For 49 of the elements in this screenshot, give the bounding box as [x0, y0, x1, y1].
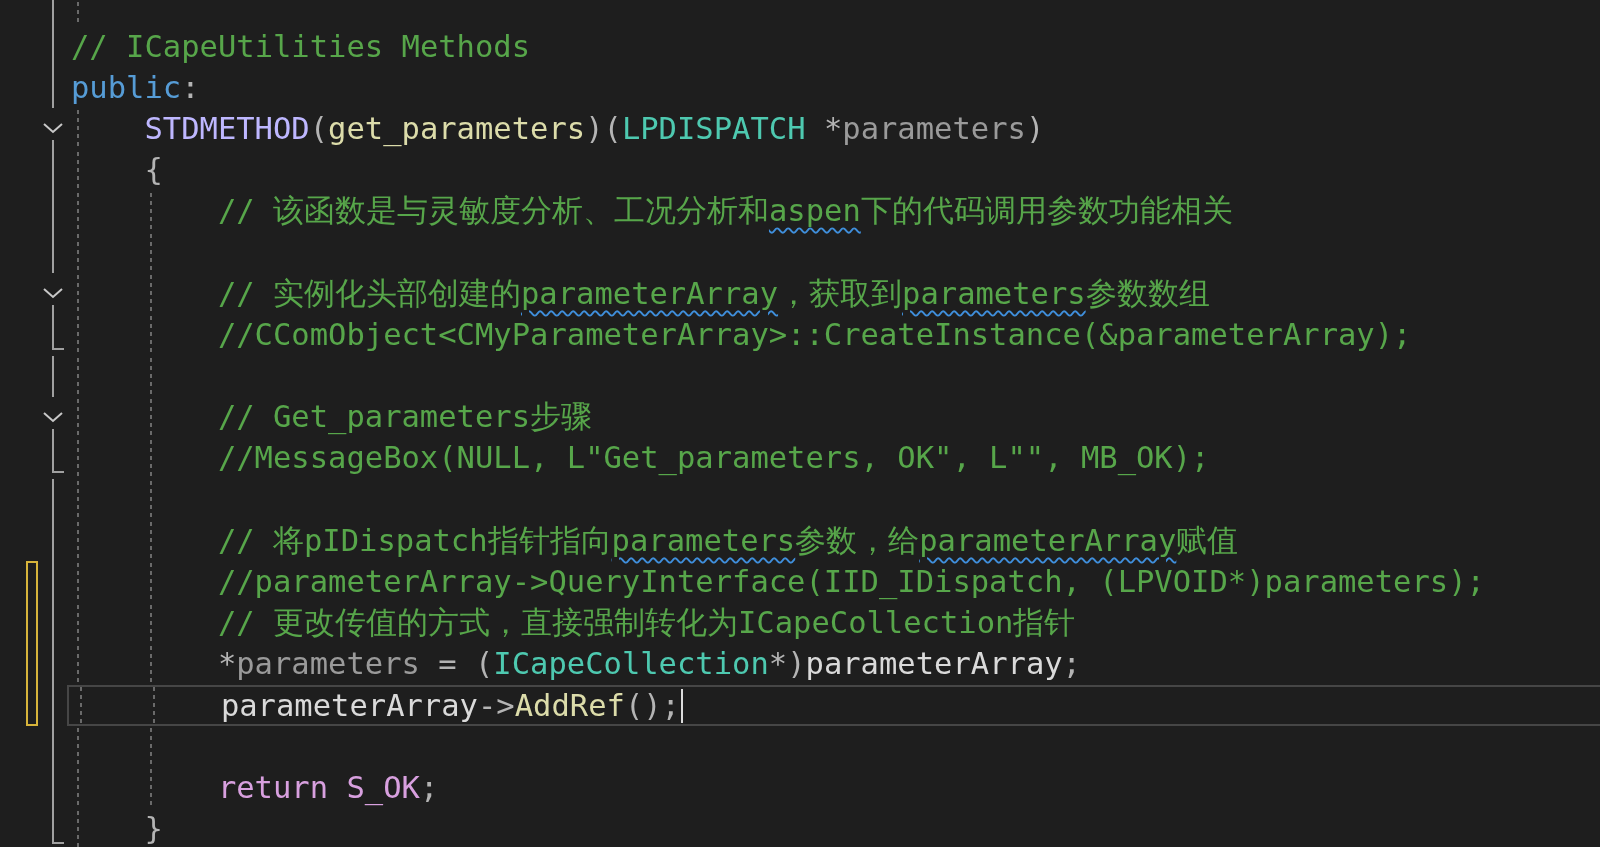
- chevron-icon[interactable]: [42, 286, 64, 301]
- indent-guide: [150, 522, 152, 560]
- indent-guide: [77, 2, 79, 24]
- indent-guide: [150, 563, 152, 601]
- indent-guide: [77, 192, 79, 230]
- indent-guide: [77, 398, 79, 436]
- indent-guide: [150, 604, 152, 642]
- indent-guide: [150, 481, 152, 519]
- code-line: // 将pIDispatch指针指向 parameters参数，给parameterArray赋值: [217, 526, 1239, 555]
- code-line: // 更改传值的方式，直接强制转化为ICapeCollection指针: [217, 609, 1076, 638]
- code-line: *parameters = (ICapeCollection*)parameterArray;: [217, 650, 1081, 679]
- indent-guide: [150, 357, 152, 395]
- indent-guide: [77, 522, 79, 560]
- indent-guide: [150, 645, 152, 683]
- indent-guide: [77, 728, 79, 766]
- indent-guide: [150, 275, 152, 313]
- indent-guide: [150, 728, 152, 766]
- indent-guide: [77, 357, 79, 395]
- indent-guide: [150, 398, 152, 436]
- text-cursor: [680, 688, 683, 723]
- indent-guide: [77, 769, 79, 807]
- code-line: {: [144, 156, 163, 185]
- indent-guide: [77, 233, 79, 272]
- code-line: // ICapeUtilities Methods: [71, 32, 531, 61]
- indent-guide: [77, 810, 79, 847]
- indent-guide: [150, 439, 152, 478]
- indent-guide: [150, 769, 152, 807]
- indent-guide: [77, 316, 79, 354]
- code-line: public:: [71, 73, 200, 102]
- indent-guide: [150, 233, 152, 272]
- indent-guide: [77, 481, 79, 519]
- indent-guide: [77, 439, 79, 478]
- indent-guide: [77, 151, 79, 189]
- indent-guide: [77, 275, 79, 313]
- code-line: //CComObject<CMyParameterArray>::CreateInstance(&parameterArray);: [217, 320, 1412, 349]
- indent-guide: [150, 192, 152, 230]
- code-line: }: [144, 815, 163, 844]
- indent-guide: [77, 604, 79, 642]
- indent-guide: [77, 110, 79, 148]
- chevron-icon[interactable]: [42, 121, 64, 136]
- code-line: // 该函数是与灵敏度分析、工况分析和aspen下的代码调用参数功能相关: [217, 197, 1233, 226]
- indent-guide: [80, 687, 82, 725]
- indent-guide: [150, 316, 152, 354]
- code-line: parameterArray->AddRef();: [220, 691, 680, 720]
- chevron-icon[interactable]: [42, 409, 64, 424]
- indent-guide: [77, 563, 79, 601]
- indent-guide: [153, 687, 155, 725]
- code-line: // 实例化头部创建的parameterArray，获取到parameters参数数组: [217, 279, 1210, 308]
- indent-guide: [77, 645, 79, 683]
